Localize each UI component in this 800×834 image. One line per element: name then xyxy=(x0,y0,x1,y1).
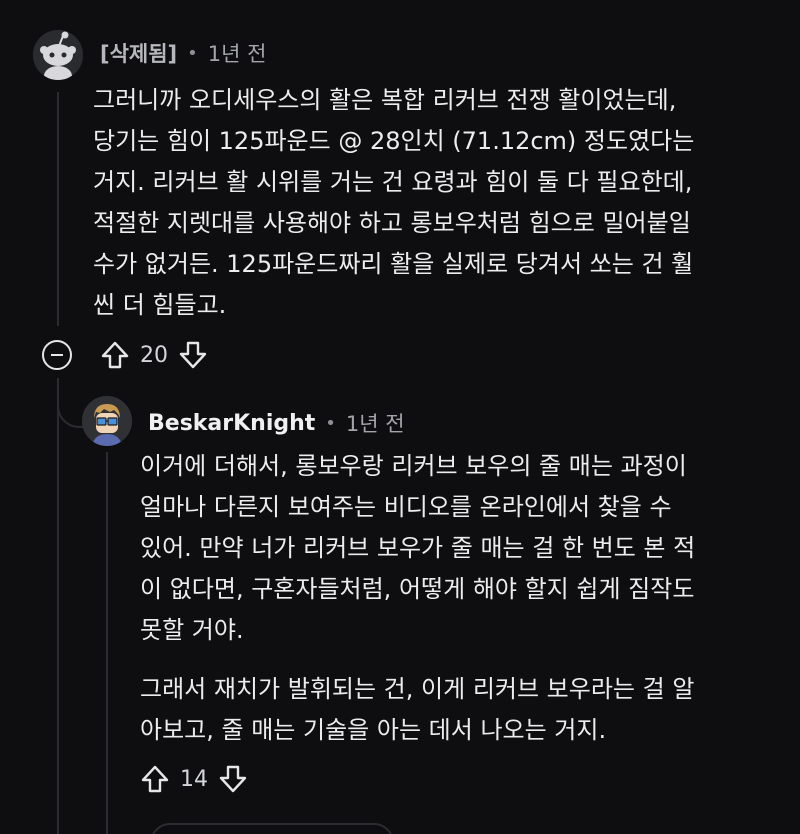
downvote-icon[interactable] xyxy=(178,340,208,370)
vote-count: 14 xyxy=(180,766,208,792)
comment-line: 얼마나 다른지 보여주는 비디오를 온라인에서 찾을 수 xyxy=(140,493,672,521)
author-name[interactable]: [삭제됨] xyxy=(100,38,177,68)
comment-line: 당기는 힘이 125파운드 @ 28인치 (71.12cm) 정도였다는 xyxy=(93,127,695,155)
avatar[interactable] xyxy=(82,396,132,446)
author-name[interactable]: BeskarKnight xyxy=(148,411,315,436)
comment-line: 수가 없거든. 125파운드짜리 활을 실제로 당겨서 쏘는 건 훨 xyxy=(93,250,694,278)
upvote-icon[interactable] xyxy=(140,764,170,794)
thread-line[interactable] xyxy=(57,92,59,326)
comment-line: 못할 거야. xyxy=(140,616,244,644)
thread-line[interactable] xyxy=(57,378,59,834)
timestamp[interactable]: 1년 전 xyxy=(208,38,267,68)
comment-line: 아보고, 줄 매는 기술을 아는 데서 나오는 거지. xyxy=(140,716,607,744)
comment-line: 거지. 리커브 활 시위를 거는 건 요령과 힘이 둘 다 필요한데, xyxy=(93,168,693,196)
comment-body: 그래서 재치가 발휘되는 건, 이게 리커브 보우라는 걸 알 아보고, 줄 매… xyxy=(140,669,780,751)
comment-line: 그래서 재치가 발휘되는 건, 이게 리커브 보우라는 걸 알 xyxy=(140,675,695,703)
comment-meta: BeskarKnight • 1년 전 xyxy=(148,408,405,438)
timestamp[interactable]: 1년 전 xyxy=(346,408,405,438)
comment-line: 적절한 지렛대를 사용해야 하고 롱보우처럼 힘으로 밀어붙일 xyxy=(93,209,691,237)
upvote-icon[interactable] xyxy=(100,340,130,370)
more-replies-button[interactable] xyxy=(150,823,394,834)
vote-count: 20 xyxy=(140,342,168,368)
reply-thread-line[interactable] xyxy=(106,452,108,834)
avatar[interactable] xyxy=(33,30,83,80)
comment-actions: 20 xyxy=(42,340,208,370)
comment-actions: 14 xyxy=(140,764,248,794)
user-avatar-icon xyxy=(82,396,132,446)
comment-meta: [삭제됨] • 1년 전 xyxy=(100,38,266,68)
comment-line: 이 없다면, 구혼자들처럼, 어떻게 해야 할지 쉽게 짐작도 xyxy=(140,575,695,603)
downvote-icon[interactable] xyxy=(218,764,248,794)
comment-body: 이거에 더해서, 롱보우랑 리커브 보우의 줄 매는 과정이 얼마나 다른지 보… xyxy=(140,446,780,651)
comment-line: 그러니까 오디세우스의 활은 복합 리커브 전쟁 활이었는데, xyxy=(93,86,677,114)
comment-line: 있어. 만약 너가 리커브 보우가 줄 매는 걸 한 번도 본 적 xyxy=(140,534,696,562)
deleted-user-icon xyxy=(33,30,83,80)
separator: • xyxy=(325,412,336,434)
comment-line: 씬 더 힘들고. xyxy=(93,291,227,319)
comment-body: 그러니까 오디세우스의 활은 복합 리커브 전쟁 활이었는데, 당기는 힘이 1… xyxy=(93,80,773,326)
comment-line: 이거에 더해서, 롱보우랑 리커브 보우의 줄 매는 과정이 xyxy=(140,452,687,480)
separator: • xyxy=(187,42,198,64)
comment-thread: [삭제됨] • 1년 전 그러니까 오디세우스의 활은 복합 리커브 전쟁 활이… xyxy=(0,0,800,834)
collapse-icon[interactable] xyxy=(42,340,72,370)
